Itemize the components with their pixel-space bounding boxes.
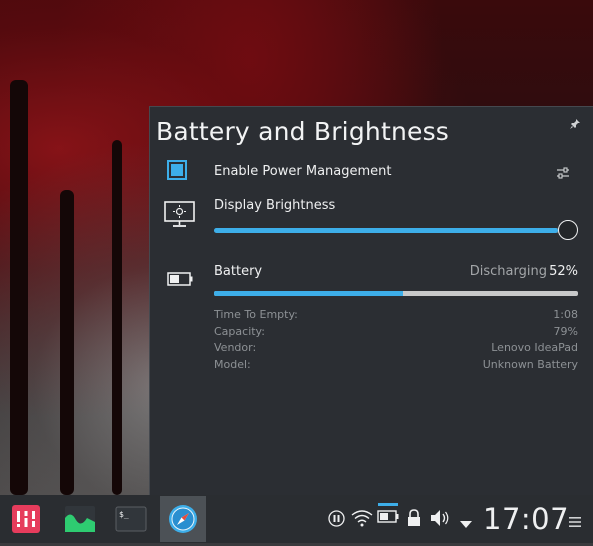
terminal-button[interactable]: $_ bbox=[108, 496, 154, 542]
configure-icon[interactable] bbox=[556, 165, 570, 179]
detail-value: 1:08 bbox=[553, 308, 578, 321]
detail-key: Capacity: bbox=[214, 324, 265, 338]
svg-text:$_: $_ bbox=[119, 510, 129, 519]
battery-charge-bar bbox=[214, 291, 578, 296]
wallpaper-tree-trunk bbox=[112, 140, 122, 495]
app-launcher-button[interactable] bbox=[3, 496, 49, 542]
display-brightness-icon bbox=[164, 201, 195, 228]
battery-state: Discharging bbox=[469, 264, 547, 279]
battery-brightness-popup: Battery and Brightness Enable Power Mana… bbox=[149, 106, 593, 495]
volume-icon bbox=[431, 510, 449, 526]
detail-row: Capacity: 79% bbox=[214, 325, 578, 342]
pin-icon[interactable] bbox=[570, 119, 580, 129]
panel-menu-icon[interactable] bbox=[569, 513, 581, 527]
detail-value: Unknown Battery bbox=[482, 357, 578, 371]
battery-tray-icon bbox=[377, 503, 399, 523]
wallpaper-tree-trunk bbox=[60, 190, 74, 495]
tray-expand-icon bbox=[460, 521, 472, 528]
media-pause-icon bbox=[328, 510, 345, 527]
detail-value: 79% bbox=[553, 324, 578, 338]
app-launcher-icon bbox=[12, 505, 40, 533]
lock-icon bbox=[408, 509, 420, 526]
detail-key: Time To Empty: bbox=[214, 308, 298, 321]
browser-button[interactable] bbox=[160, 496, 206, 542]
display-brightness-label: Display Brightness bbox=[214, 198, 336, 213]
battery-percent: 52% bbox=[549, 264, 578, 279]
detail-row: Vendor: Lenovo IdeaPad bbox=[214, 341, 578, 358]
detail-key: Vendor: bbox=[214, 341, 257, 354]
brightness-slider-fill bbox=[214, 228, 559, 233]
media-pause-button[interactable] bbox=[328, 510, 345, 531]
checkbox-fill bbox=[171, 164, 183, 176]
detail-row: Model: Unknown Battery bbox=[214, 358, 578, 375]
clock[interactable]: 17:07 bbox=[483, 502, 569, 536]
battery-charge-fill bbox=[214, 291, 404, 296]
power-management-checkbox[interactable] bbox=[167, 160, 187, 180]
battery-icon bbox=[167, 271, 193, 286]
detail-key: Model: bbox=[214, 357, 251, 371]
system-monitor-icon bbox=[65, 506, 95, 532]
taskbar: $_ 17:07 bbox=[0, 495, 593, 543]
power-management-label: Enable Power Management bbox=[214, 164, 392, 179]
wifi-button[interactable] bbox=[351, 509, 373, 531]
detail-row: Time To Empty: 1:08 bbox=[214, 308, 578, 325]
popup-title: Battery and Brightness bbox=[156, 117, 450, 146]
wifi-icon bbox=[351, 510, 373, 527]
battery-tray-button[interactable] bbox=[377, 503, 399, 533]
browser-icon bbox=[169, 505, 197, 533]
terminal-icon: $_ bbox=[115, 506, 147, 532]
system-monitor-button[interactable] bbox=[57, 496, 103, 542]
brightness-slider[interactable] bbox=[214, 228, 569, 233]
volume-button[interactable] bbox=[430, 509, 450, 531]
brightness-slider-handle[interactable] bbox=[558, 220, 578, 240]
battery-label: Battery bbox=[214, 264, 263, 279]
detail-value: Lenovo IdeaPad bbox=[491, 341, 578, 354]
wallpaper-tree-trunk bbox=[10, 80, 28, 495]
battery-details: Time To Empty: 1:08 Capacity: 79% Vendor… bbox=[214, 308, 578, 374]
tray-expand-button[interactable] bbox=[459, 514, 473, 533]
lock-button[interactable] bbox=[407, 509, 421, 531]
